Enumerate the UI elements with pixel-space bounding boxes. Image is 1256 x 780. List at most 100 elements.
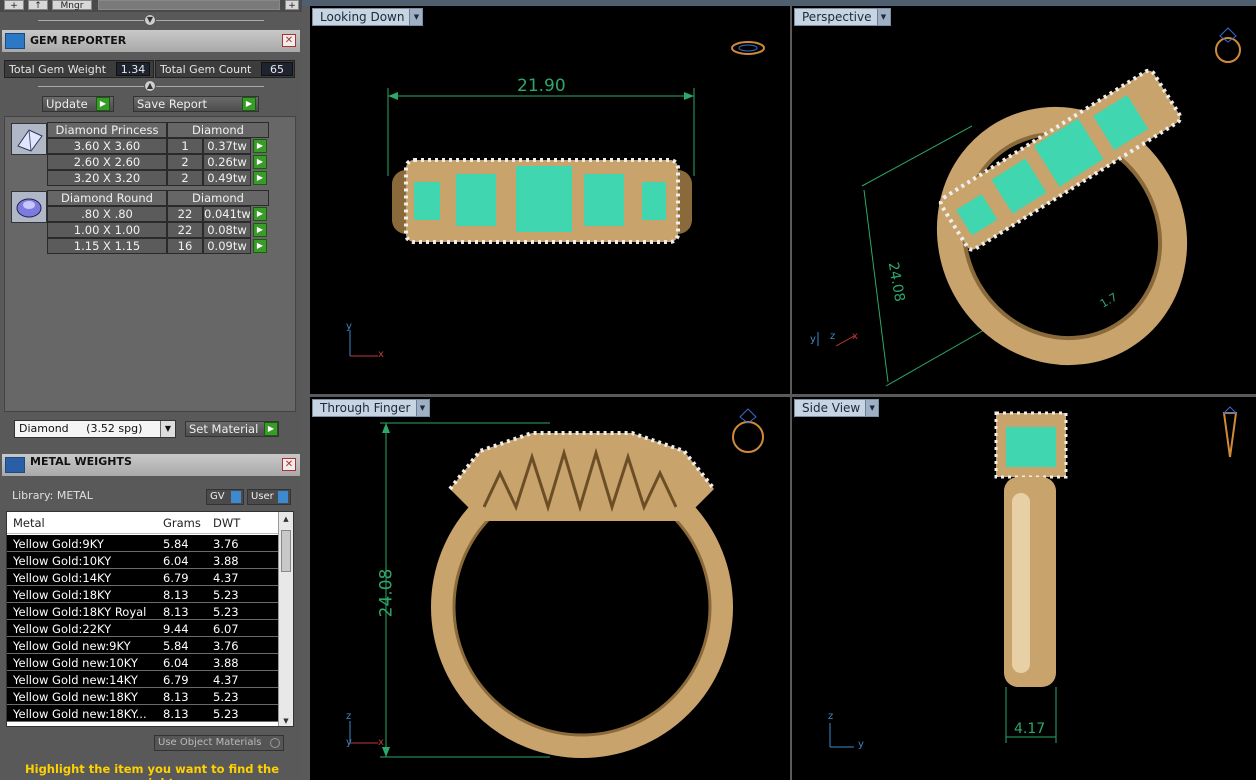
dimension-width: 4.17 bbox=[1014, 721, 1046, 737]
axis-y-label: y bbox=[346, 321, 352, 332]
metal-name: Yellow Gold new:18KY bbox=[13, 690, 138, 704]
table-row[interactable]: Yellow Gold:18KY 8.13 5.23 bbox=[7, 586, 279, 603]
gem-qty: 2 bbox=[167, 154, 203, 170]
metal-dwt: 3.76 bbox=[213, 537, 239, 551]
play-icon[interactable]: ▶ bbox=[242, 97, 256, 111]
add-small-button[interactable]: + bbox=[285, 0, 299, 11]
gem-reporter-icon bbox=[5, 33, 25, 49]
table-row[interactable]: Yellow Gold:22KY 9.44 6.07 bbox=[7, 620, 279, 637]
metal-name: Yellow Gold:18KY bbox=[13, 588, 112, 602]
gem-weight: 0.49tw bbox=[203, 170, 251, 186]
close-icon[interactable]: ✕ bbox=[282, 34, 296, 47]
metal-grams: 6.04 bbox=[163, 554, 189, 568]
gem-size[interactable]: 2.60 X 2.60 bbox=[47, 154, 167, 170]
viewport-perspective[interactable]: Perspective ▼ 24.08 1.7 y z x bbox=[792, 6, 1256, 394]
gem-weight: 0.26tw bbox=[203, 154, 251, 170]
gem-size[interactable]: .80 X .80 bbox=[47, 206, 167, 222]
table-row[interactable]: Yellow Gold:9KY 5.84 3.76 bbox=[7, 535, 279, 552]
column-header-grams[interactable]: Grams bbox=[163, 516, 201, 530]
metal-name: Yellow Gold new:9KY bbox=[13, 639, 131, 653]
play-icon[interactable]: ▶ bbox=[96, 97, 110, 111]
dimension-width: 21.90 bbox=[517, 76, 566, 96]
play-icon[interactable]: ▶ bbox=[253, 139, 267, 153]
table-row[interactable]: Yellow Gold new:18KY 8.13 5.23 bbox=[7, 688, 279, 705]
viewport-side-view[interactable]: Side View ▼ 4.17 z y bbox=[792, 397, 1256, 780]
library-label: Library: METAL bbox=[12, 489, 93, 502]
chevron-down-icon[interactable]: ▼ bbox=[160, 421, 175, 437]
metal-grams: 8.13 bbox=[163, 605, 189, 619]
ring-view-icon bbox=[1222, 406, 1238, 458]
gem-material-header: Diamond bbox=[167, 122, 269, 138]
metal-name: Yellow Gold:18KY Royal bbox=[13, 605, 147, 619]
radio-indicator bbox=[270, 738, 280, 748]
add-button[interactable]: + bbox=[4, 0, 24, 11]
vertical-scrollbar[interactable]: ▲ ▼ bbox=[278, 512, 293, 726]
column-header-dwt[interactable]: DWT bbox=[213, 516, 240, 530]
table-row[interactable]: Yellow Gold new:10KY 6.04 3.88 bbox=[7, 654, 279, 671]
toolbar-slider[interactable] bbox=[98, 0, 280, 10]
close-icon[interactable]: ✕ bbox=[282, 458, 296, 471]
gv-toggle[interactable]: GV bbox=[206, 489, 244, 505]
scroll-up-icon[interactable]: ▲ bbox=[279, 512, 293, 526]
material-select[interactable]: Diamond (3.52 spg) ▼ bbox=[14, 420, 176, 438]
splitter-knob[interactable]: ▲ bbox=[144, 80, 156, 92]
metal-dwt: 5.23 bbox=[213, 605, 239, 619]
table-row[interactable]: Yellow Gold new:14KY 6.79 4.37 bbox=[7, 671, 279, 688]
gem-weight: 0.09tw bbox=[203, 238, 251, 254]
ring-view-icon bbox=[1215, 27, 1241, 63]
manager-button[interactable]: Mngr bbox=[52, 0, 92, 11]
metal-grams: 8.13 bbox=[163, 588, 189, 602]
set-material-label: Set Material bbox=[189, 422, 259, 436]
gem-weight: 0.08tw bbox=[203, 222, 251, 238]
table-row[interactable]: Yellow Gold:10KY 6.04 3.88 bbox=[7, 552, 279, 569]
scroll-thumb[interactable] bbox=[281, 530, 291, 572]
gem-size[interactable]: 1.00 X 1.00 bbox=[47, 222, 167, 238]
toggle-indicator bbox=[278, 491, 288, 503]
user-toggle[interactable]: User bbox=[247, 489, 291, 505]
axis-z-label: z bbox=[828, 711, 834, 722]
metal-dwt: 5.23 bbox=[213, 690, 239, 704]
use-object-materials-label: Use Object Materials bbox=[158, 737, 262, 748]
metal-grams: 6.79 bbox=[163, 673, 189, 687]
gem-qty: 1 bbox=[167, 138, 203, 154]
gem-shape-header: Diamond Princess bbox=[47, 122, 167, 138]
viewport-looking-down[interactable]: Looking Down ▼ 21.90 y x bbox=[310, 6, 790, 394]
gem-size[interactable]: 1.15 X 1.15 bbox=[47, 238, 167, 254]
toggle-indicator bbox=[231, 491, 241, 503]
total-gem-count-value: 65 bbox=[261, 62, 293, 76]
table-row[interactable]: Yellow Gold new:9KY 5.84 3.76 bbox=[7, 637, 279, 654]
gem-size[interactable]: 3.60 X 3.60 bbox=[47, 138, 167, 154]
princess-diamond-icon bbox=[11, 123, 47, 155]
play-icon[interactable]: ▶ bbox=[253, 171, 267, 185]
left-panel: + ↑ Mngr + ▼ GEM REPORTER ✕ Total Gem We… bbox=[0, 0, 302, 780]
play-icon[interactable]: ▶ bbox=[253, 155, 267, 169]
table-header: Metal Grams DWT bbox=[7, 512, 279, 534]
dimension-height: 24.08 bbox=[376, 568, 397, 618]
gem-material-header: Diamond bbox=[167, 190, 269, 206]
table-row[interactable]: Yellow Gold:14KY 6.79 4.37 bbox=[7, 569, 279, 586]
viewport-through-finger[interactable]: Through Finger ▼ 24.08 z y x bbox=[310, 397, 790, 780]
column-header-metal[interactable]: Metal bbox=[13, 516, 45, 530]
play-icon[interactable]: ▶ bbox=[253, 223, 267, 237]
up-arrow-button[interactable]: ↑ bbox=[28, 0, 48, 11]
metal-grams: 6.04 bbox=[163, 656, 189, 670]
gem-size[interactable]: 3.20 X 3.20 bbox=[47, 170, 167, 186]
hint-text: Highlight the item you want to find the … bbox=[25, 762, 279, 780]
table-row[interactable]: Yellow Gold:18KY Royal 8.13 5.23 bbox=[7, 603, 279, 620]
metal-grams: 9.44 bbox=[163, 622, 189, 636]
play-icon[interactable]: ▶ bbox=[253, 239, 267, 253]
save-report-button[interactable]: Save Report bbox=[133, 96, 259, 112]
metal-grams: 6.79 bbox=[163, 571, 189, 585]
material-select-value: Diamond (3.52 spg) bbox=[19, 422, 143, 435]
gem-qty: 16 bbox=[167, 238, 203, 254]
table-row[interactable]: Yellow Gold new:18KY... 8.13 5.23 bbox=[7, 705, 279, 722]
splitter-knob[interactable]: ▼ bbox=[144, 14, 156, 26]
play-icon[interactable]: ▶ bbox=[264, 422, 278, 436]
ring-render-top bbox=[349, 41, 765, 357]
save-report-label: Save Report bbox=[137, 97, 208, 111]
use-object-materials-toggle[interactable]: Use Object Materials bbox=[154, 735, 284, 751]
scroll-down-icon[interactable]: ▼ bbox=[279, 714, 293, 726]
round-diamond-icon bbox=[11, 191, 47, 223]
play-icon[interactable]: ▶ bbox=[253, 207, 267, 221]
update-label: Update bbox=[46, 97, 88, 111]
